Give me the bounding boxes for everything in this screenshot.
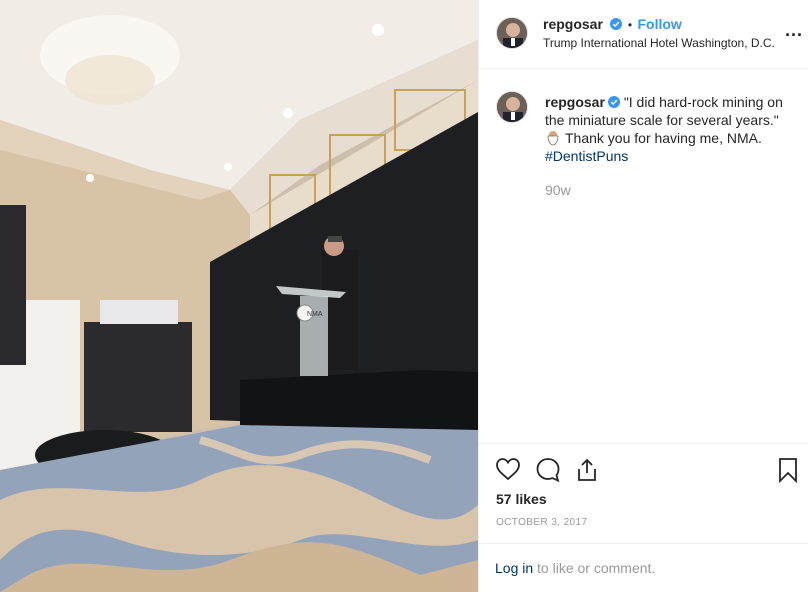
post-location[interactable]: Trump International Hotel Washington, D.… [543, 36, 775, 50]
avatar-image [497, 18, 527, 48]
post-side-panel: repgosar • Follow Trump International Ho… [478, 0, 808, 592]
post-date[interactable]: OCTOBER 3, 2017 [496, 517, 587, 528]
author-username[interactable]: repgosar [543, 16, 603, 32]
post-photo-scene: NMA [0, 0, 478, 592]
header-title-row: repgosar • Follow [543, 16, 682, 34]
post-footer: Log in to like or comment. [479, 543, 808, 592]
bookmark-icon[interactable] [777, 457, 799, 483]
post-caption: repgosar "I did hard-rock mining on the … [545, 93, 803, 199]
verified-badge-icon [610, 18, 623, 30]
login-prompt-text: to like or comment. [537, 560, 656, 576]
caption-hashtag-line: #DentistPuns [545, 147, 803, 165]
tooth-emoji-icon [547, 131, 559, 146]
caption-age[interactable]: 90w [545, 181, 803, 199]
more-options-icon[interactable]: ... [785, 20, 803, 41]
comment-icon[interactable] [535, 457, 561, 483]
caption-line-1: repgosar "I did hard-rock mining on [545, 93, 803, 111]
heart-icon[interactable] [495, 457, 521, 481]
caption-text-3: Thank you for having me, NMA. [565, 130, 762, 146]
caption-line-2: the miniature scale for several years." [545, 112, 779, 128]
caption-avatar-image [497, 92, 527, 122]
podium-sign-text: NMA [307, 311, 323, 318]
post-header: repgosar • Follow Trump International Ho… [479, 0, 808, 69]
caption-username[interactable]: repgosar [545, 94, 605, 110]
post-actions: 57 likes OCTOBER 3, 2017 [479, 443, 808, 543]
share-icon[interactable] [575, 457, 599, 483]
verified-badge-icon [607, 96, 620, 108]
caption-text-1: "I did hard-rock mining on [623, 94, 783, 110]
header-separator: • [627, 18, 633, 32]
post-photo[interactable]: NMA [0, 0, 478, 592]
login-prompt: Log in to like or comment. [495, 560, 655, 576]
caption-line-3: Thank you for having me, NMA. [545, 129, 803, 147]
hashtag-link[interactable]: #DentistPuns [545, 148, 628, 164]
likes-count[interactable]: 57 likes [496, 491, 547, 507]
author-avatar[interactable] [496, 17, 528, 49]
caption-author-avatar[interactable] [496, 91, 528, 123]
follow-button[interactable]: Follow [637, 16, 681, 32]
login-link[interactable]: Log in [495, 560, 533, 576]
